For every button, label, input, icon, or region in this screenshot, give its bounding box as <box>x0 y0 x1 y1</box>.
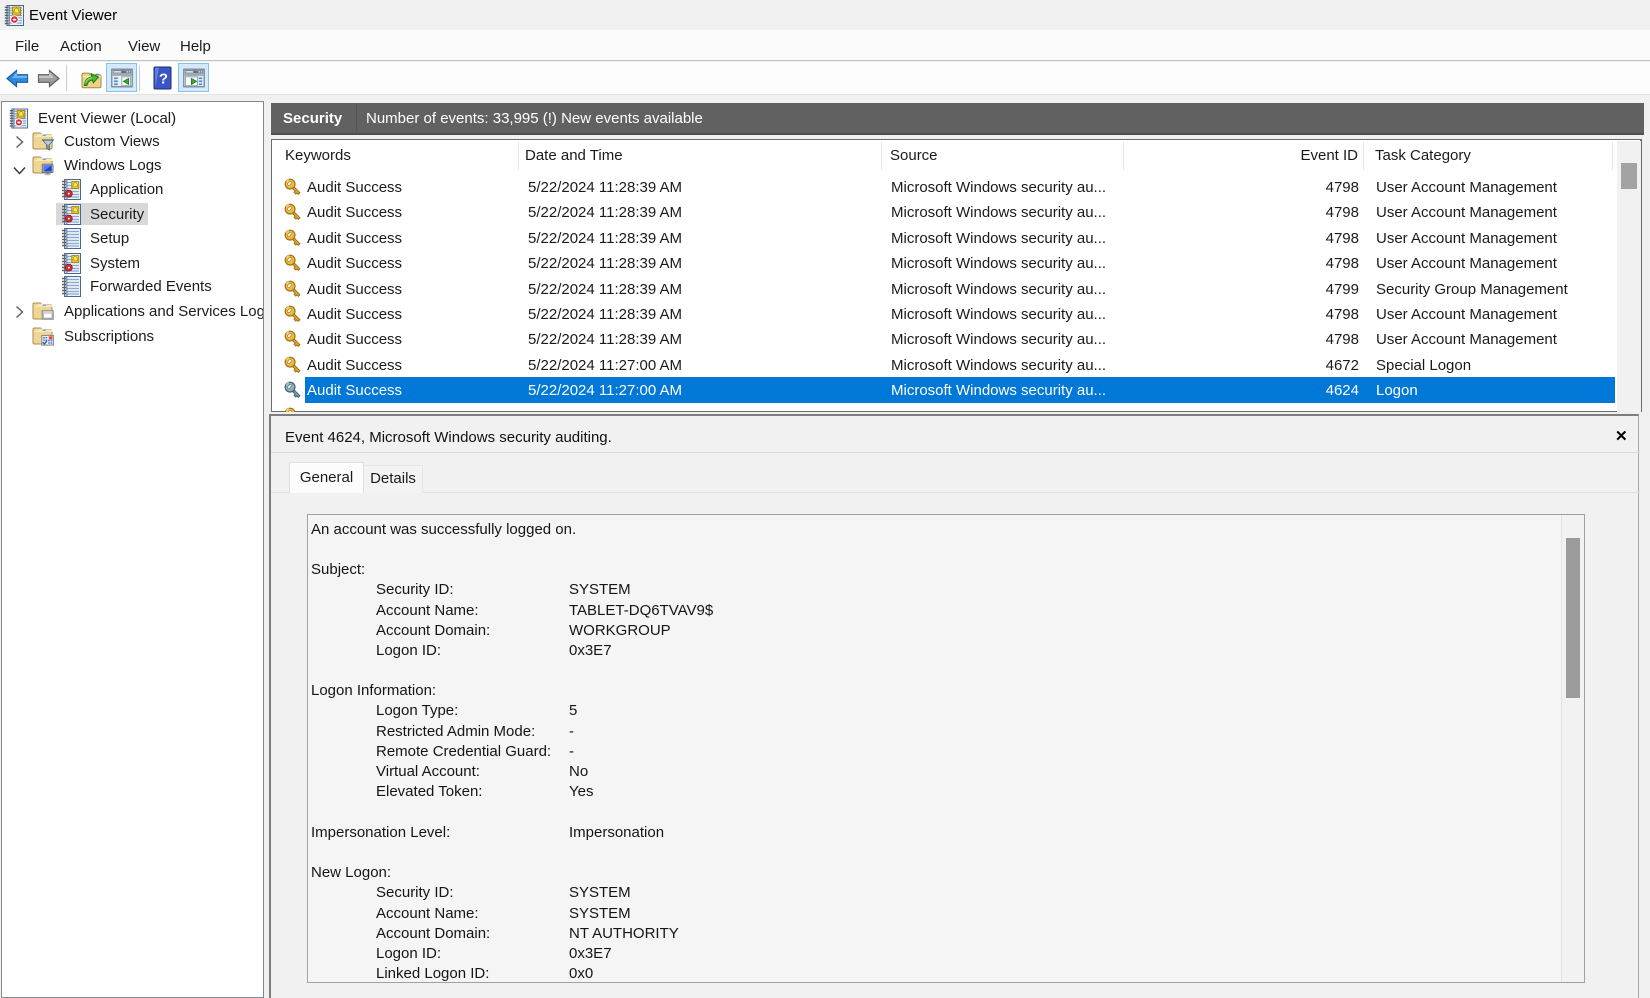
svg-text:?: ? <box>159 71 168 88</box>
